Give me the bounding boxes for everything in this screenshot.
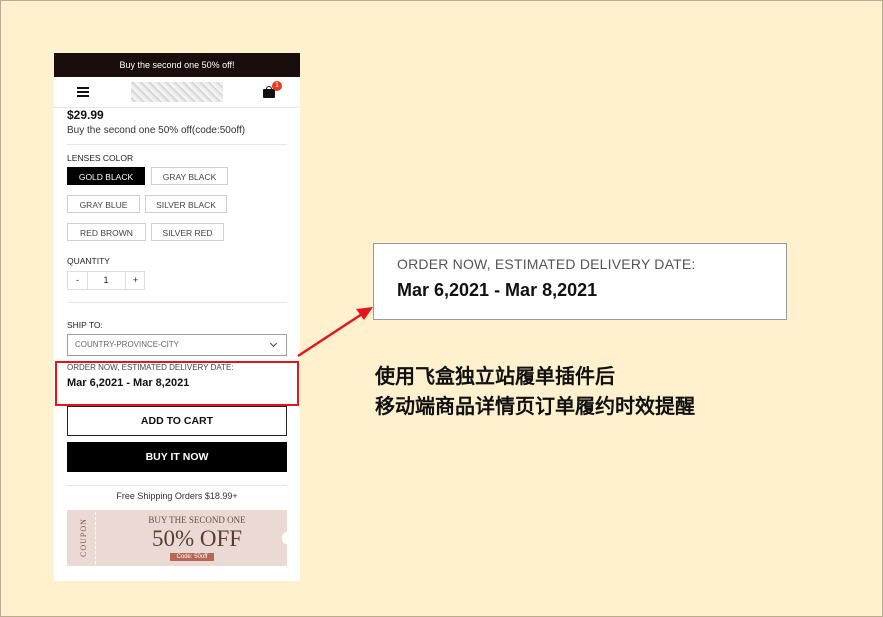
callout-label: ORDER NOW, ESTIMATED DELIVERY DATE: xyxy=(397,256,696,272)
caption-line1: 使用飞盒独立站履单插件后 xyxy=(375,364,615,388)
caption-line2: 移动端商品详情页订单履约时效提醒 xyxy=(375,394,695,418)
zoom-callout: ORDER NOW, ESTIMATED DELIVERY DATE: Mar … xyxy=(373,243,787,320)
callout-dates: Mar 6,2021 - Mar 8,2021 xyxy=(397,280,598,300)
